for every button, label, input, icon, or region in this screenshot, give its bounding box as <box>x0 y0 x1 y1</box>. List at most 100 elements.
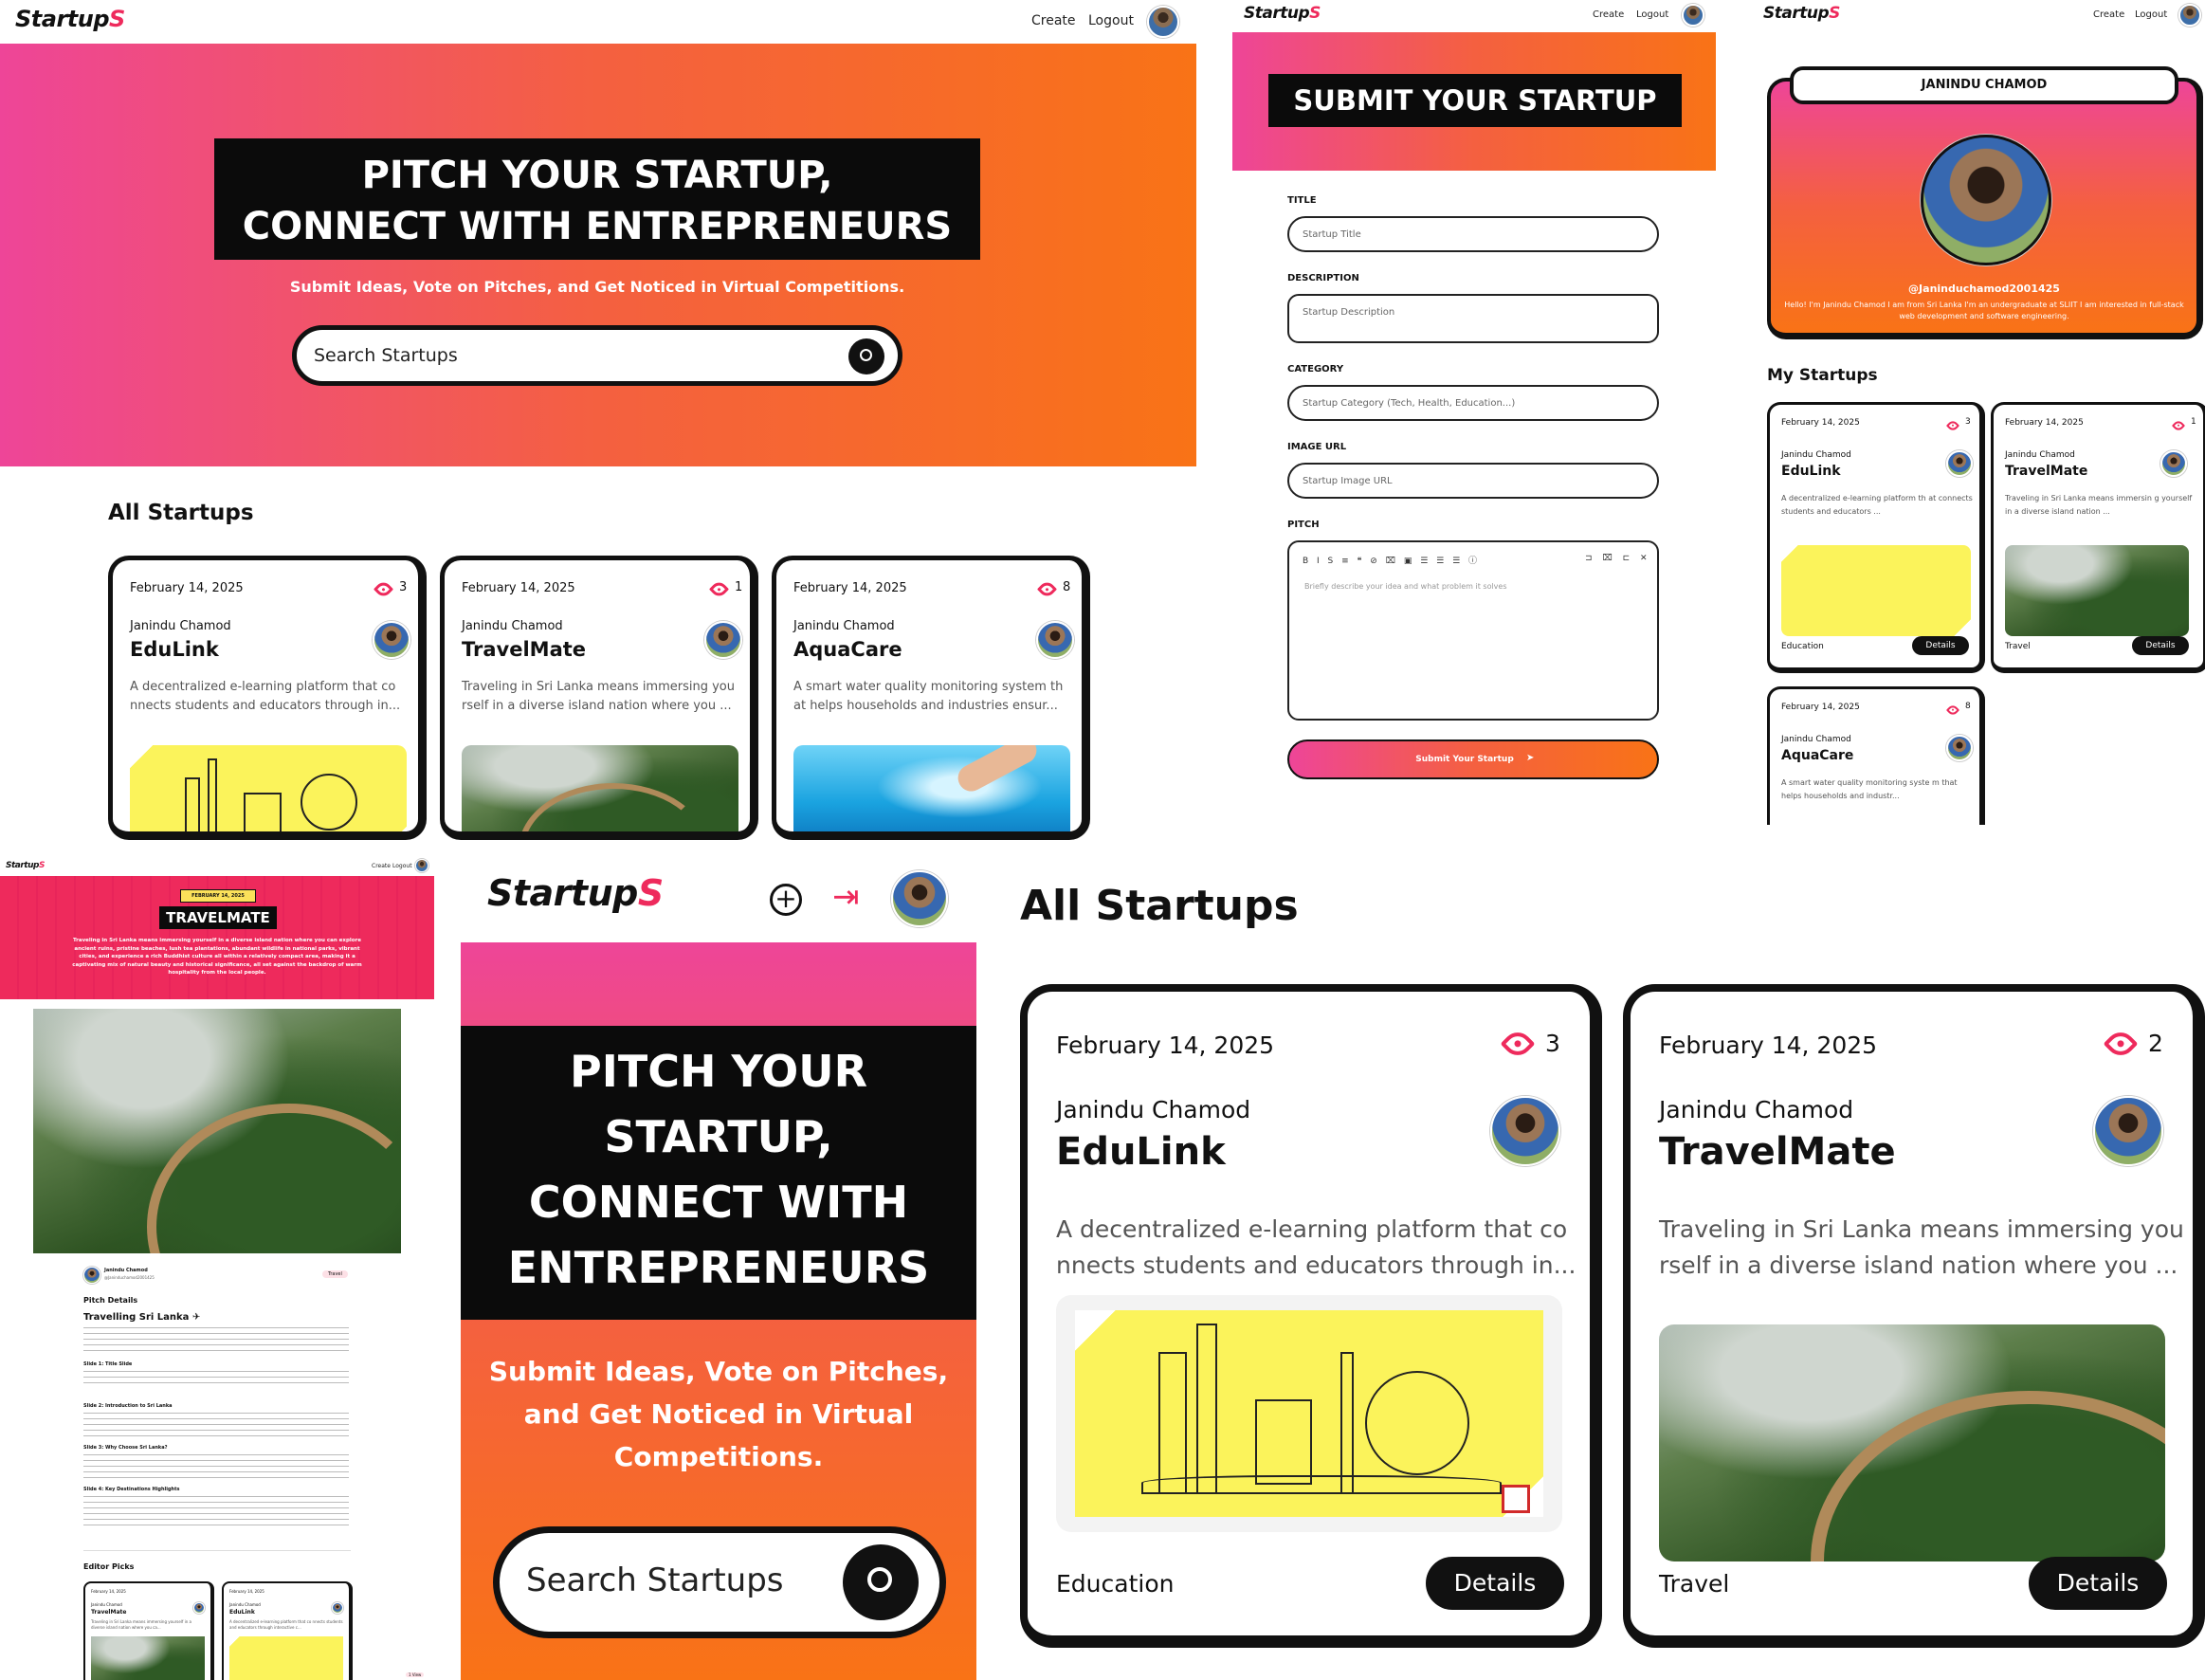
search-input[interactable]: Search Startups <box>526 1561 784 1599</box>
card-author[interactable]: Janindu Chamod <box>229 1602 261 1607</box>
card-title[interactable]: TravelMate <box>2005 464 2087 479</box>
editor-toolbar[interactable]: B I S ≡ ❝ ⊘ ⌧ ▣ ☰ ☰ ☰ ⓘ <box>1303 554 1480 566</box>
card-author[interactable]: Janindu Chamod <box>1659 1096 1853 1123</box>
eye-icon <box>373 578 394 600</box>
avatar[interactable] <box>1147 6 1179 38</box>
details-button[interactable]: Details <box>1912 636 1969 655</box>
logo[interactable]: StartupS <box>1763 4 1840 23</box>
card-title[interactable]: AquaCare <box>793 638 902 661</box>
avatar[interactable] <box>1682 4 1704 27</box>
search-bar[interactable]: Search Startups <box>493 1526 946 1638</box>
my-startup-card[interactable]: February 14, 2025 8 Janindu Chamod AquaC… <box>1767 686 1985 825</box>
description-field[interactable]: Startup Description <box>1287 294 1659 343</box>
nav-create-link[interactable]: Create <box>2093 9 2124 20</box>
image-url-field[interactable]: Startup Image URL <box>1287 463 1659 499</box>
details-button[interactable]: Details <box>2029 1557 2167 1610</box>
startup-card-travelmate[interactable]: February 14, 2025 1 Janindu Chamod Trave… <box>440 556 758 840</box>
avatar[interactable] <box>891 870 948 927</box>
pick-card[interactable]: February 14, 2025 Janindu Chamod TravelM… <box>83 1581 214 1680</box>
hero-title-line2: CONNECT WITH ENTREPRENEURS <box>242 205 953 248</box>
nav-logout-link[interactable]: Logout <box>2135 9 2167 20</box>
details-button[interactable]: Details <box>1426 1557 1564 1610</box>
card-title[interactable]: EduLink <box>1056 1130 1226 1174</box>
detail-author[interactable]: Janindu Chamod <box>104 1268 148 1273</box>
card-category[interactable]: Travel <box>1659 1570 1729 1598</box>
search-bar[interactable]: Search Startups <box>292 325 902 386</box>
avatar[interactable] <box>1946 450 1973 477</box>
pick-card[interactable]: February 14, 2025 Janindu Chamod EduLink… <box>222 1581 353 1680</box>
avatar[interactable] <box>2178 4 2201 27</box>
search-button[interactable] <box>843 1544 919 1620</box>
card-category[interactable]: Education <box>1056 1570 1174 1598</box>
details-button[interactable]: Details <box>2132 636 2189 655</box>
logo[interactable]: StartupS <box>6 861 45 870</box>
logout-icon[interactable]: ⇥ <box>832 878 860 916</box>
zoom-card-edulink[interactable]: February 14, 2025 3 Janindu Chamod EduLi… <box>1020 984 1602 1648</box>
submit-hero: SUBMIT YOUR STARTUP <box>1232 32 1716 171</box>
avatar[interactable] <box>704 621 742 659</box>
card-views: 3 <box>1545 1030 1560 1057</box>
avatar[interactable] <box>1946 735 1973 761</box>
detail-tag[interactable]: Travel <box>322 1270 348 1278</box>
my-startup-card[interactable]: February 14, 2025 3 Janindu Chamod EduLi… <box>1767 402 1985 673</box>
submit-button[interactable]: Submit Your Startup ➤ <box>1287 740 1659 779</box>
category-label: CATEGORY <box>1287 364 1344 374</box>
card-image <box>130 745 407 831</box>
card-author[interactable]: Janindu Chamod <box>1781 450 1851 460</box>
search-button[interactable] <box>848 338 884 374</box>
logo[interactable]: StartupS <box>487 872 664 914</box>
avatar[interactable] <box>193 1602 205 1614</box>
nav-logout-link[interactable]: Logout <box>1088 13 1134 28</box>
editor-mode-icons[interactable]: ⊐ ⌧ ⊏ ✕ <box>1585 554 1651 563</box>
nav-create-link[interactable]: Create <box>372 863 391 869</box>
mobile-subtitle: Submit Ideas, Vote on Pitches, and Get N… <box>461 1350 976 1478</box>
card-author[interactable]: Janindu Chamod <box>91 1602 122 1607</box>
slide-heading: Slide 3: Why Choose Sri Lanka? <box>83 1445 168 1451</box>
card-author[interactable]: Janindu Chamod <box>462 619 563 633</box>
avatar[interactable] <box>1490 1096 1560 1166</box>
date-badge: FEBRUARY 14, 2025 <box>180 889 256 903</box>
card-author[interactable]: Janindu Chamod <box>130 619 231 633</box>
card-author[interactable]: Janindu Chamod <box>793 619 895 633</box>
card-title[interactable]: AquaCare <box>1781 748 1853 763</box>
my-startup-card[interactable]: February 14, 2025 1 Janindu Chamod Trave… <box>1991 402 2205 673</box>
card-description: A smart water quality monitoring system … <box>793 680 1064 713</box>
pitch-editor[interactable]: B I S ≡ ❝ ⊘ ⌧ ▣ ☰ ☰ ☰ ⓘ ⊐ ⌧ ⊏ ✕ Briefly … <box>1287 540 1659 721</box>
profile-name-tag: JANINDU CHAMOD <box>1790 66 2178 104</box>
nav-logout-link[interactable]: Logout <box>1636 9 1668 20</box>
card-category[interactable]: Travel <box>2005 642 2031 651</box>
card-author[interactable]: Janindu Chamod <box>1781 735 1851 744</box>
logo[interactable]: StartupS <box>15 6 125 32</box>
card-title[interactable]: TravelMate <box>1659 1130 1896 1174</box>
startup-card-edulink[interactable]: February 14, 2025 3 Janindu Chamod EduLi… <box>108 556 427 840</box>
card-author[interactable]: Janindu Chamod <box>2005 450 2075 460</box>
avatar[interactable] <box>373 621 410 659</box>
card-title[interactable]: EduLink <box>1781 464 1841 479</box>
avatar[interactable] <box>2093 1096 2163 1166</box>
avatar[interactable] <box>415 859 428 872</box>
category-field[interactable]: Startup Category (Tech, Health, Educatio… <box>1287 385 1659 421</box>
avatar[interactable] <box>332 1602 343 1614</box>
avatar[interactable] <box>83 1267 100 1284</box>
detail-author-handle[interactable]: @Janinduchamod2001425 <box>104 1275 155 1280</box>
card-title[interactable]: TravelMate <box>462 638 586 661</box>
avatar[interactable] <box>1036 621 1074 659</box>
nav-create-link[interactable]: Create <box>1031 13 1076 28</box>
card-date: February 14, 2025 <box>1659 1032 1878 1059</box>
nav-create-link[interactable]: Create <box>1593 9 1624 20</box>
eye-icon <box>1036 578 1058 600</box>
avatar[interactable] <box>2160 450 2187 477</box>
card-category[interactable]: Education <box>1781 642 1824 651</box>
card-title[interactable]: TravelMate <box>91 1609 126 1616</box>
card-title[interactable]: EduLink <box>229 1609 255 1616</box>
create-icon[interactable]: + <box>770 884 802 916</box>
startup-card-aquacare[interactable]: February 14, 2025 8 Janindu Chamod AquaC… <box>772 556 1090 840</box>
nav-logout-link[interactable]: Logout <box>392 863 412 869</box>
zoom-card-travelmate[interactable]: February 14, 2025 2 Janindu Chamod Trave… <box>1623 984 2205 1648</box>
card-description: Traveling in Sri Lanka means immersing y… <box>1659 1212 2190 1284</box>
title-field[interactable]: Startup Title <box>1287 216 1659 252</box>
search-input[interactable]: Search Startups <box>314 345 458 366</box>
card-title[interactable]: EduLink <box>130 638 219 661</box>
logo[interactable]: StartupS <box>1244 4 1321 23</box>
card-author[interactable]: Janindu Chamod <box>1056 1096 1250 1123</box>
